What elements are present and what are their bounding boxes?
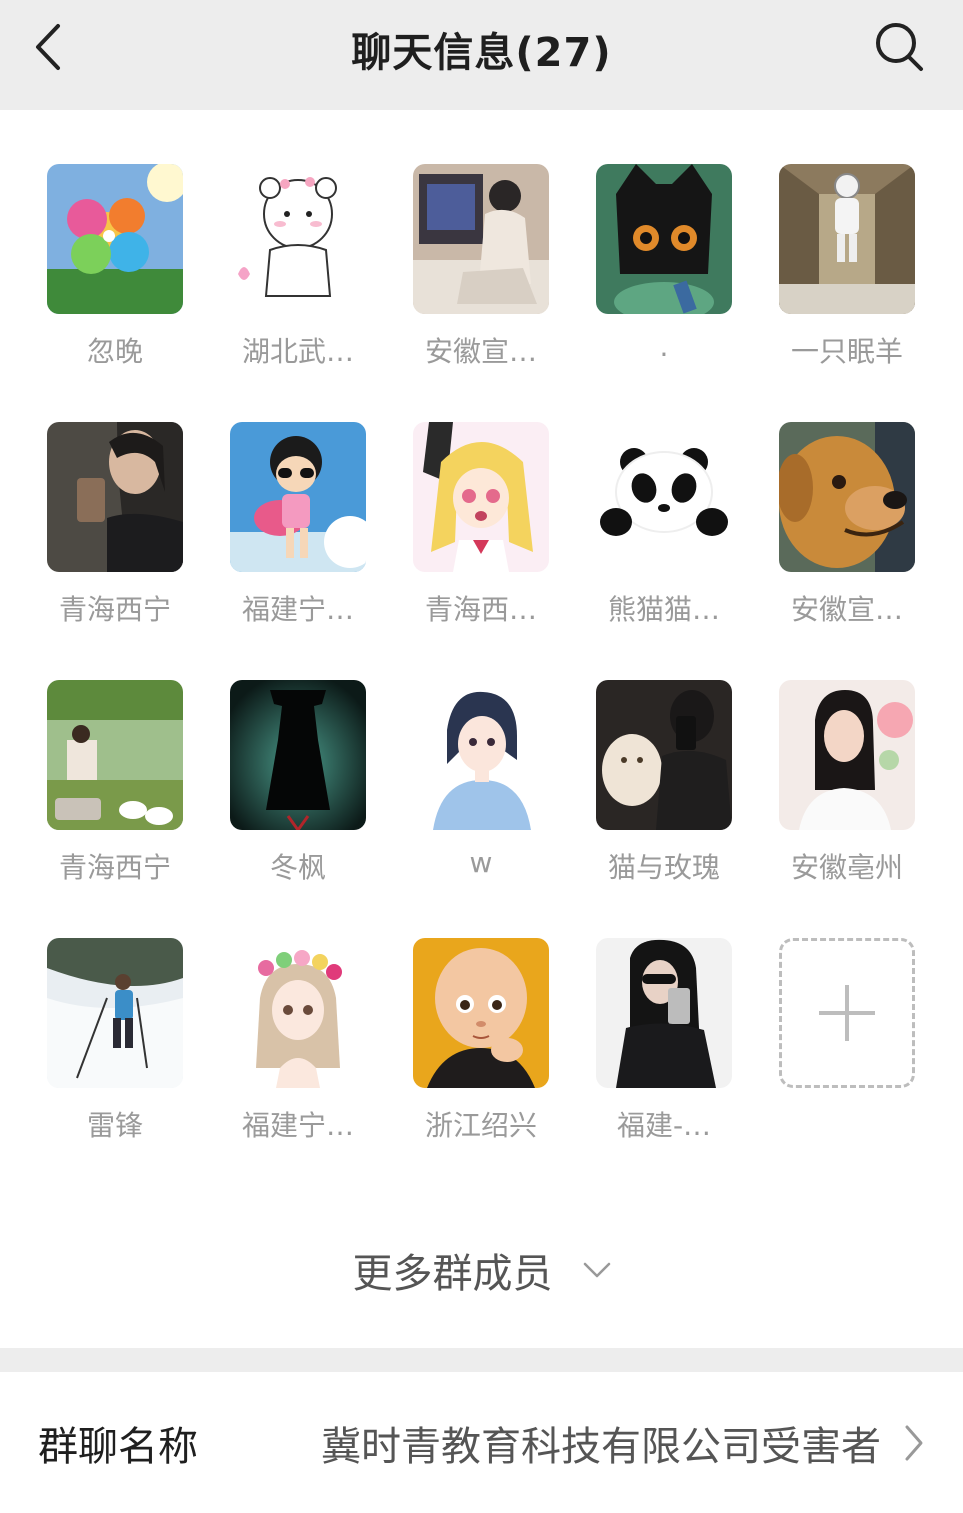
chevron-right-icon: [905, 1425, 923, 1460]
more-members-button[interactable]: 更多群成员: [0, 1240, 963, 1300]
flower-crown-girl-avatar[interactable]: [230, 938, 366, 1088]
member-name: 福建宁…: [241, 1109, 354, 1142]
member-item[interactable]: 冬枫: [213, 680, 383, 890]
add-member-button[interactable]: [762, 938, 932, 1148]
member-name: 忽晚: [86, 335, 143, 368]
plus-icon: [819, 985, 875, 1041]
group-name-value: 冀时青教育科技有限公司受害者: [321, 1423, 881, 1470]
cartoon-bear-avatar[interactable]: [230, 164, 366, 314]
member-item[interactable]: 福建宁…: [213, 422, 383, 632]
member-item[interactable]: 安徽亳州: [762, 680, 932, 890]
girl-drinking-avatar[interactable]: [47, 422, 183, 572]
member-name: 安徽亳州: [790, 851, 903, 884]
member-name: 雷锋: [86, 1109, 143, 1142]
back-icon[interactable]: [30, 22, 70, 72]
member-name: 冬枫: [269, 851, 326, 884]
member-name: 湖北武…: [241, 335, 354, 368]
girl-computer-avatar[interactable]: [413, 164, 549, 314]
mirror-selfie-avatar[interactable]: [596, 938, 732, 1088]
pinwheel-avatar[interactable]: [47, 164, 183, 314]
member-item[interactable]: 浙江绍兴: [396, 938, 566, 1148]
top-bar: 聊天信息(27): [0, 0, 963, 110]
member-item[interactable]: w: [396, 680, 566, 890]
member-name: 猫与玫瑰: [607, 851, 720, 884]
member-name: 浙江绍兴: [424, 1109, 537, 1142]
anime-short-hair-avatar[interactable]: [413, 680, 549, 830]
member-item[interactable]: 安徽宣…: [762, 422, 932, 632]
panda-avatar[interactable]: [596, 422, 732, 572]
member-name: 青海西宁: [58, 851, 171, 884]
member-name: 熊猫猫…: [607, 593, 720, 626]
section-divider: [0, 1348, 963, 1372]
member-name: 安徽宣…: [790, 593, 903, 626]
group-name-row[interactable]: 群聊名称 冀时青教育科技有限公司受害者: [0, 1372, 963, 1513]
member-item[interactable]: 猫与玫瑰: [579, 680, 749, 890]
anime-blonde-girl-avatar[interactable]: [413, 422, 549, 572]
member-name: 青海西宁: [58, 593, 171, 626]
page-title: 聊天信息(27): [351, 30, 612, 76]
member-name: 一只眠羊: [790, 335, 903, 368]
member-item[interactable]: 忽晚: [30, 164, 200, 374]
member-item[interactable]: 青海西宁: [30, 680, 200, 890]
member-name: .: [659, 330, 669, 363]
member-name: 安徽宣…: [424, 335, 537, 368]
chevron-down-icon: [583, 1262, 610, 1278]
black-cat-avatar[interactable]: [596, 164, 732, 314]
astronaut-avatar[interactable]: [779, 164, 915, 314]
member-item[interactable]: 安徽宣…: [396, 164, 566, 374]
member-item[interactable]: .: [579, 164, 749, 374]
member-item[interactable]: 福建宁…: [213, 938, 383, 1148]
member-item[interactable]: 一只眠羊: [762, 164, 932, 374]
member-name: w: [469, 846, 493, 879]
member-item[interactable]: 青海西…: [396, 422, 566, 632]
group-name-label: 群聊名称: [38, 1423, 198, 1470]
more-members-label: 更多群成员: [352, 1251, 553, 1297]
bald-boy-avatar[interactable]: [413, 938, 549, 1088]
cartoon-girl-sunglasses-avatar[interactable]: [230, 422, 366, 572]
snow-hiker-avatar[interactable]: [47, 938, 183, 1088]
member-name: 青海西…: [424, 593, 537, 626]
member-item[interactable]: 熊猫猫…: [579, 422, 749, 632]
member-item[interactable]: 雷锋: [30, 938, 200, 1148]
lake-geese-avatar[interactable]: [47, 680, 183, 830]
silhouette-avatar[interactable]: [230, 680, 366, 830]
search-icon[interactable]: [873, 18, 925, 74]
member-name: 福建宁…: [241, 593, 354, 626]
member-item[interactable]: 湖北武…: [213, 164, 383, 374]
member-item[interactable]: 青海西宁: [30, 422, 200, 632]
man-cat-avatar[interactable]: [596, 680, 732, 830]
dog-avatar[interactable]: [779, 422, 915, 572]
member-item[interactable]: 福建-…: [579, 938, 749, 1148]
member-name: 福建-…: [616, 1109, 712, 1142]
add-member-tile[interactable]: [779, 938, 915, 1088]
woman-portrait-avatar[interactable]: [779, 680, 915, 830]
